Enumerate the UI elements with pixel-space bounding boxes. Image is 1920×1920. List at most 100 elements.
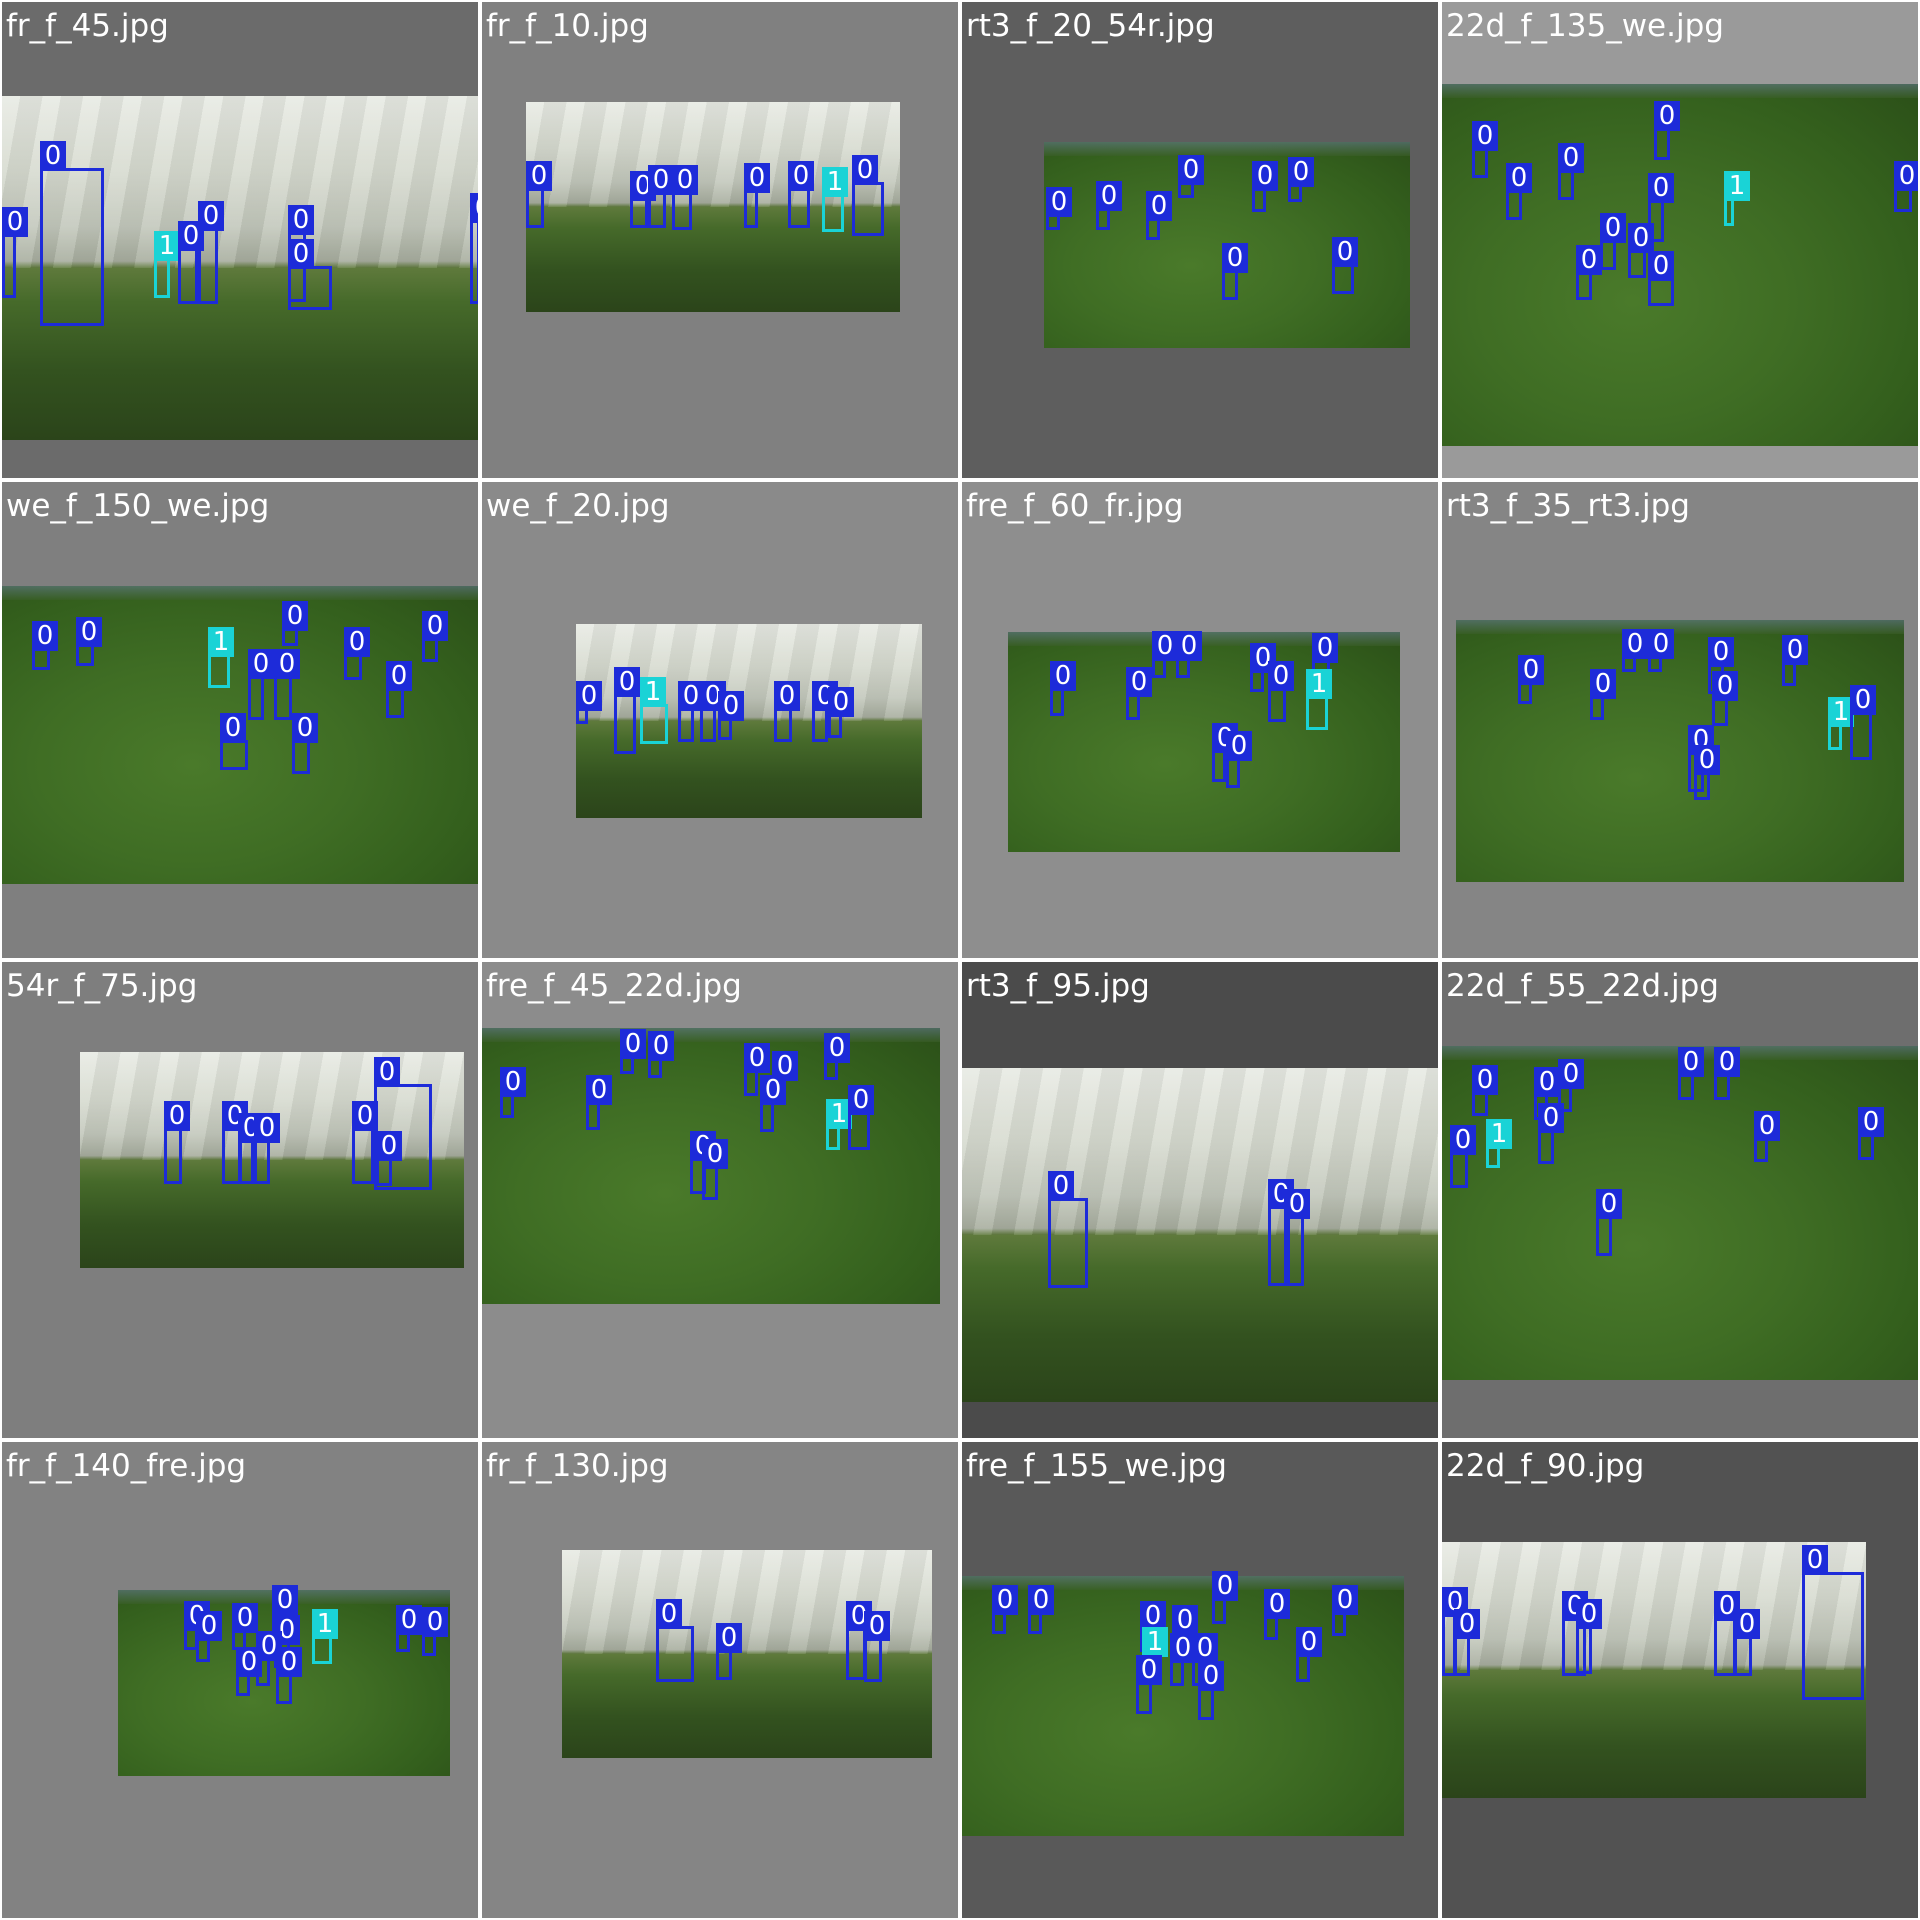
image-tile[interactable]: 0 0 0 0 0 0 0 0 rt3_f_20_54r.jpg: [962, 2, 1438, 478]
class-label: 0: [702, 1139, 728, 1169]
image-filename: rt3_f_20_54r.jpg: [966, 8, 1215, 44]
detection-box: 0: [1472, 121, 1498, 178]
image-tile[interactable]: 0 0 0 0 0 0 0 1 0 0 fre_f_60_fr.jpg: [962, 482, 1438, 958]
photo: [1442, 84, 1918, 446]
detection-box: 0: [282, 601, 308, 646]
class-label: 0: [760, 1075, 786, 1105]
class-label: 0: [1450, 1125, 1476, 1155]
image-tile[interactable]: 0 0 0 0 0 0 0 54r_f_75.jpg: [2, 962, 478, 1438]
image-tile[interactable]: 0 0 0 0 1 0 0 0 0 0 0 22d_f_55_22d.jpg: [1442, 962, 1918, 1438]
detection-box: 0: [648, 1031, 674, 1078]
image-tile[interactable]: 0 0 1 0 0 0 0 0 0 0 0 we_f_150_we.jpg: [2, 482, 478, 958]
detection-box: 1: [312, 1609, 338, 1664]
detection-box: 0: [1712, 671, 1738, 726]
image-tile[interactable]: 0 0 0 0 0 0 1 0 fr_f_10.jpg: [482, 2, 958, 478]
class-label: 0: [198, 201, 224, 231]
class-label: 0: [1172, 1605, 1198, 1635]
class-label: 0: [376, 1131, 402, 1161]
detection-box: 0: [236, 1647, 262, 1696]
detection-box: 1: [1306, 669, 1332, 730]
class-label: 0: [1534, 1067, 1560, 1097]
image-filename: fr_f_10.jpg: [486, 8, 649, 44]
detection-box: 0: [678, 681, 704, 742]
image-filename: rt3_f_95.jpg: [966, 968, 1150, 1004]
detection-box: 0: [576, 681, 602, 724]
class-label: 0: [1176, 631, 1202, 661]
image-tile[interactable]: 0 0 1 0 0 0 0 0 0 we_f_20.jpg: [482, 482, 958, 958]
class-label: 0: [1284, 1189, 1310, 1219]
detection-box: 0: [1212, 1571, 1238, 1624]
image-filename: 22d_f_55_22d.jpg: [1446, 968, 1719, 1004]
detection-box: 0: [1558, 143, 1584, 200]
detection-box: 0: [376, 1131, 402, 1186]
detection-box: 1: [1724, 171, 1750, 226]
detection-box: 0: [248, 649, 274, 720]
image-tile[interactable]: 0 0 0 0 0 0 0 1 0 0 0 rt3_f_35_rt3.jpg: [1442, 482, 1918, 958]
detection-box: 0: [1648, 251, 1674, 306]
image-tile[interactable]: 0 0 0 0 0 0 0 0 1 0 0 0 fre_f_45_22d.jpg: [482, 962, 958, 1438]
image-filename: fr_f_130.jpg: [486, 1448, 669, 1484]
detection-box: 1: [640, 677, 668, 744]
detection-box: 0: [586, 1075, 612, 1130]
detection-box: 0: [1252, 161, 1278, 212]
image-tile[interactable]: 0 0 0 rt3_f_95.jpg: [962, 962, 1438, 1438]
class-label: 0: [828, 687, 854, 717]
image-tile[interactable]: 0 0 0 0 fr_f_130.jpg: [482, 1442, 958, 1918]
detection-box: 0: [1284, 1189, 1310, 1286]
image-filename: fr_f_45.jpg: [6, 8, 169, 44]
class-label: 0: [40, 141, 66, 171]
detection-box: 0: [178, 221, 204, 304]
class-label: 0: [526, 161, 552, 191]
detection-box: 0: [2, 207, 28, 298]
detection-box: 0: [254, 1113, 280, 1184]
class-label: 0: [744, 163, 770, 193]
class-label: 0: [718, 691, 744, 721]
class-label: 0: [1268, 661, 1294, 691]
photo: [962, 1068, 1438, 1402]
image-tile[interactable]: 0 0 0 0 0 0 0 22d_f_90.jpg: [1442, 1442, 1918, 1918]
image-tile[interactable]: 0 0 0 1 0 0 0 0 0 0 0 0 0 fre_f_155_we.j…: [962, 1442, 1438, 1918]
class-label: 1: [1306, 669, 1332, 699]
detection-box: 0: [1152, 631, 1178, 678]
class-label: 0: [1712, 671, 1738, 701]
image-filename: we_f_20.jpg: [486, 488, 670, 524]
class-label: 0: [1538, 1103, 1564, 1133]
class-label: 0: [1518, 655, 1544, 685]
class-label: 0: [1648, 173, 1674, 203]
class-label: 0: [1648, 251, 1674, 281]
class-label: 0: [614, 667, 640, 697]
mosaic-grid: 0 0 1 0 0 0 0 0 fr_f_45.jpg 0 0 0 0 0 0 …: [0, 0, 1920, 1920]
image-filename: we_f_150_we.jpg: [6, 488, 270, 524]
class-label: 0: [1192, 1633, 1218, 1663]
class-label: 0: [1472, 121, 1498, 151]
class-label: 0: [276, 1647, 302, 1677]
class-label: 0: [254, 1113, 280, 1143]
class-label: 0: [1708, 637, 1734, 667]
class-label: 0: [396, 1605, 422, 1635]
detection-box: 0: [344, 627, 370, 680]
class-label: 0: [1152, 631, 1178, 661]
detection-box: 0: [1576, 1599, 1602, 1674]
detection-box: 0: [1176, 631, 1202, 678]
class-label: 0: [1648, 629, 1674, 659]
detection-box: 0: [1894, 161, 1918, 212]
detection-box: 0: [1212, 723, 1238, 782]
image-filename: fre_f_45_22d.jpg: [486, 968, 742, 1004]
detection-box: 0: [1288, 157, 1314, 202]
class-label: 0: [220, 713, 246, 743]
image-tile[interactable]: 0 0 1 0 0 0 0 0 fr_f_45.jpg: [2, 2, 478, 478]
detection-box: 1: [1486, 1119, 1512, 1168]
detection-box: 0: [422, 1607, 448, 1656]
class-label: 0: [422, 611, 448, 641]
image-tile[interactable]: 0 0 0 0 0 0 0 0 0 1 0 22d_f_135_we.jpg: [1442, 2, 1918, 478]
image-tile[interactable]: 0 0 0 0 0 0 0 0 1 0 0 fr_f_140_fre.jpg: [2, 1442, 478, 1918]
class-label: 1: [312, 1609, 338, 1639]
detection-box: 0: [164, 1101, 190, 1184]
class-label: 0: [236, 1647, 262, 1677]
detection-box: 0: [1178, 155, 1204, 198]
class-label: 0: [788, 161, 814, 191]
detection-box: 0: [672, 165, 698, 230]
detection-box: 1: [154, 231, 180, 298]
detection-box: 0: [828, 687, 854, 738]
class-label: 0: [1046, 187, 1072, 217]
